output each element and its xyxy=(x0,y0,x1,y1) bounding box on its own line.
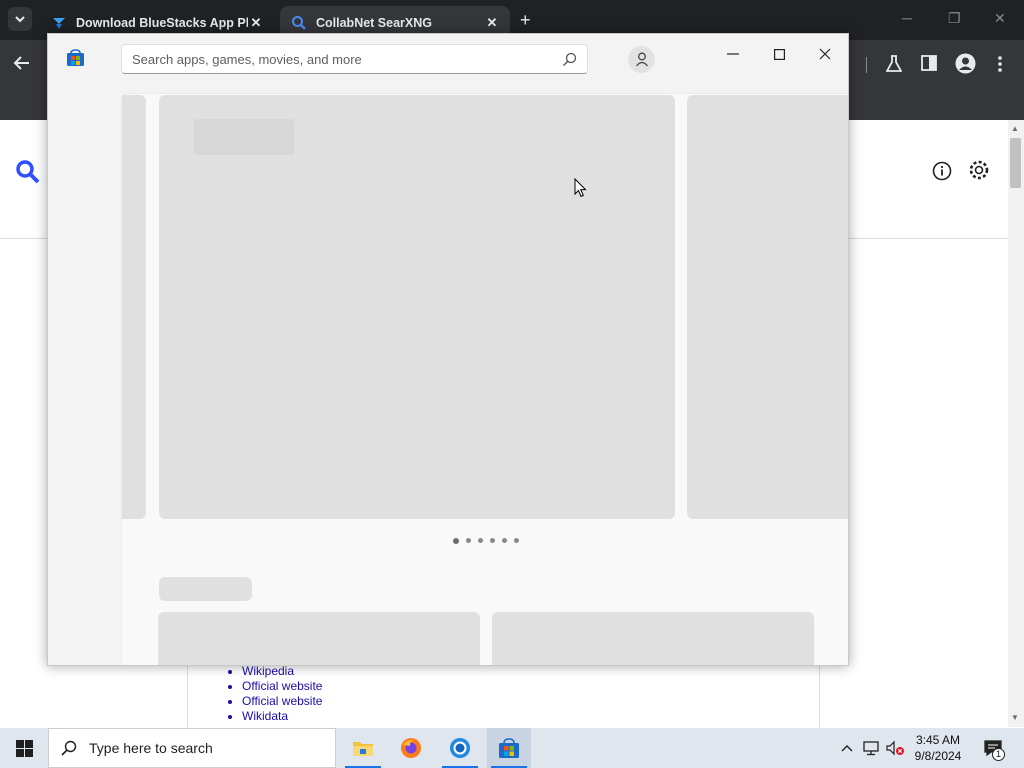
network-icon[interactable] xyxy=(860,728,882,768)
store-minimize-button[interactable] xyxy=(710,40,756,68)
search-icon[interactable] xyxy=(562,52,577,67)
carousel-dot[interactable] xyxy=(453,538,459,544)
clock-time: 3:45 AM xyxy=(915,733,961,747)
app-card-placeholder xyxy=(158,612,480,665)
minimize-icon xyxy=(727,53,739,55)
tab-title: Download BlueStacks App Play xyxy=(76,16,248,30)
close-tab-icon[interactable]: ✕ xyxy=(248,15,264,31)
carousel-dot[interactable] xyxy=(502,538,507,543)
close-tab-icon[interactable]: ✕ xyxy=(484,15,500,31)
side-panel-icon[interactable] xyxy=(921,55,937,71)
maximize-icon xyxy=(773,48,785,60)
tray-overflow-chevron-icon[interactable] xyxy=(838,728,856,768)
tab-search-button[interactable] xyxy=(8,7,32,31)
account-avatar[interactable] xyxy=(628,46,655,73)
microsoft-store-window xyxy=(47,33,849,666)
page-scrollbar-thumb[interactable] xyxy=(1010,138,1021,188)
close-window-icon[interactable]: ✕ xyxy=(994,10,1006,27)
file-explorer-taskbar-button[interactable] xyxy=(341,728,385,768)
folder-icon xyxy=(353,742,373,756)
person-icon xyxy=(635,52,648,67)
firefox-icon xyxy=(401,738,421,758)
link-official-website[interactable]: Official website xyxy=(242,679,322,694)
store-content-area xyxy=(121,93,848,665)
store-icon xyxy=(499,737,519,758)
carousel-dot[interactable] xyxy=(478,538,483,543)
taskbar-clock[interactable]: 3:45 AM 9/8/2024 xyxy=(910,732,966,764)
new-tab-button[interactable]: + xyxy=(520,10,531,31)
chevron-down-icon xyxy=(15,16,25,23)
store-maximize-button[interactable] xyxy=(756,40,802,68)
magnifier-favicon-icon xyxy=(290,14,308,32)
restore-icon[interactable]: ❐ xyxy=(948,10,961,27)
taskbar-search-box[interactable]: Type here to search xyxy=(48,728,336,768)
chrome-icon xyxy=(450,738,470,758)
link-wikipedia[interactable]: Wikipedia xyxy=(242,664,322,679)
bluestacks-favicon-icon xyxy=(50,14,68,32)
section-heading-placeholder xyxy=(159,577,252,601)
notification-center-button[interactable]: 1 xyxy=(980,728,1006,768)
carousel-prev-card-placeholder xyxy=(122,95,146,519)
carousel-dot[interactable] xyxy=(514,538,519,543)
link-official-website[interactable]: Official website xyxy=(242,694,322,709)
link-wikidata[interactable]: Wikidata xyxy=(242,709,322,724)
toolbar-divider xyxy=(866,57,867,73)
store-search-input[interactable] xyxy=(122,45,542,73)
store-close-button[interactable] xyxy=(802,40,848,68)
info-icon[interactable] xyxy=(932,161,952,181)
carousel-dot[interactable] xyxy=(490,538,495,543)
search-icon xyxy=(61,740,77,756)
carousel-dots[interactable] xyxy=(453,538,519,544)
page-scrollbar[interactable] xyxy=(1008,120,1024,727)
back-arrow-icon[interactable] xyxy=(13,55,31,71)
close-icon xyxy=(819,48,831,60)
store-logo-icon xyxy=(67,49,84,66)
searxng-search-icon[interactable] xyxy=(14,158,42,186)
result-links-list: Wikipedia Official website Official webs… xyxy=(242,664,322,724)
mouse-cursor-icon xyxy=(574,178,587,198)
firefox-taskbar-button[interactable] xyxy=(389,728,433,768)
clock-date: 9/8/2024 xyxy=(914,749,962,763)
scroll-up-arrow-icon[interactable]: ▲ xyxy=(1011,124,1019,133)
carousel-next-card-placeholder xyxy=(687,95,848,519)
taskbar-search-placeholder: Type here to search xyxy=(89,740,213,756)
tab-title: CollabNet SearXNG xyxy=(316,16,433,30)
app-card-placeholder xyxy=(492,612,814,665)
flask-icon[interactable] xyxy=(886,55,902,73)
volume-muted-icon[interactable] xyxy=(884,728,906,768)
windows-logo-icon xyxy=(15,739,33,757)
hero-title-placeholder xyxy=(194,119,294,155)
notification-count-badge: 1 xyxy=(992,748,1005,761)
chrome-taskbar-button[interactable] xyxy=(438,728,482,768)
start-button[interactable] xyxy=(0,728,48,768)
carousel-dot[interactable] xyxy=(466,538,471,543)
store-search-box[interactable] xyxy=(121,44,588,74)
microsoft-store-taskbar-button[interactable] xyxy=(487,728,531,768)
kebab-menu-icon[interactable] xyxy=(997,55,1003,73)
minimize-icon[interactable]: ─ xyxy=(902,10,912,26)
scroll-down-arrow-icon[interactable]: ▼ xyxy=(1011,713,1019,722)
profile-icon[interactable] xyxy=(955,53,976,74)
gear-icon[interactable] xyxy=(968,159,990,181)
windows-taskbar: Type here to search 3:45 AM 9/8/2024 1 xyxy=(0,728,1024,768)
carousel-hero-card-placeholder[interactable] xyxy=(159,95,675,519)
